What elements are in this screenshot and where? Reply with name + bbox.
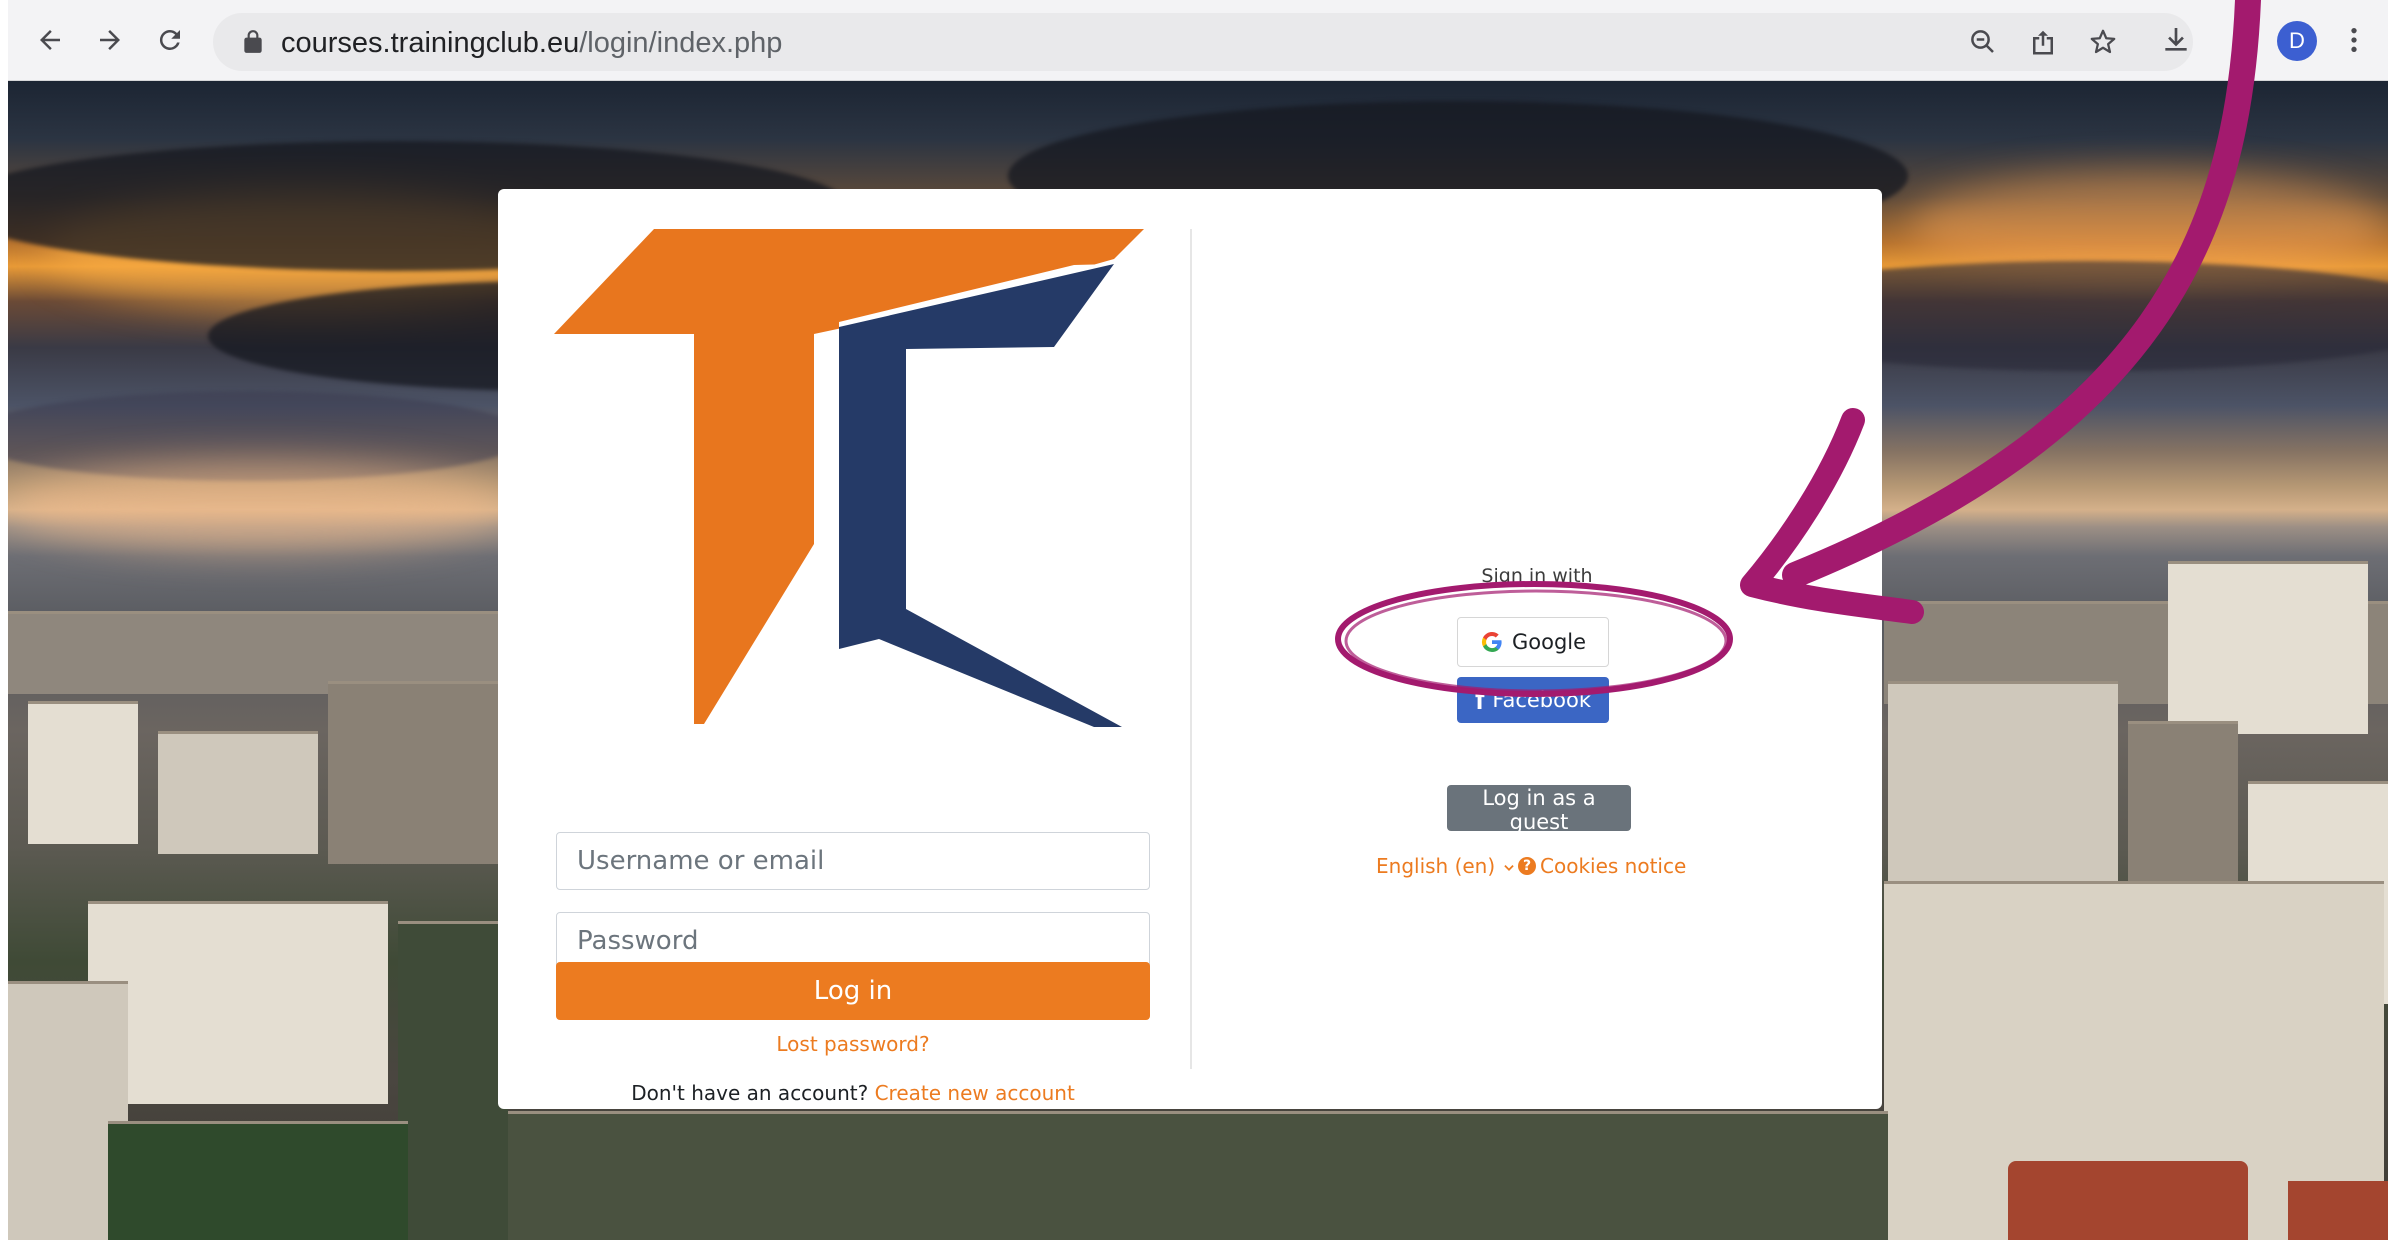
url-text: courses.trainingclub.eu/login/index.php bbox=[281, 27, 782, 59]
profile-avatar[interactable]: D bbox=[2277, 21, 2317, 61]
google-label: Google bbox=[1511, 630, 1587, 654]
username-input[interactable] bbox=[556, 832, 1150, 890]
guest-login-button[interactable]: Log in as a guest bbox=[1447, 785, 1631, 834]
cookies-label: Cookies notice bbox=[1540, 854, 1687, 878]
building bbox=[158, 731, 318, 854]
url-domain: courses.trainingclub.eu bbox=[281, 27, 580, 59]
facebook-login-button[interactable]: f Facebook bbox=[1457, 677, 1609, 723]
building bbox=[1888, 681, 2118, 884]
login-button[interactable]: Log in bbox=[556, 962, 1150, 1020]
bookmark-button[interactable] bbox=[2085, 24, 2121, 60]
address-bar[interactable]: courses.trainingclub.eu/login/index.php bbox=[213, 13, 2193, 71]
menu-dots-icon bbox=[2351, 28, 2357, 52]
google-login-button[interactable]: Google bbox=[1457, 617, 1609, 667]
share-icon bbox=[2033, 30, 2053, 55]
lost-password-link[interactable]: Lost password? bbox=[556, 1032, 1150, 1056]
language-selector[interactable]: English (en) bbox=[1376, 854, 1516, 878]
chevron-down-icon bbox=[1503, 864, 1514, 871]
zoom-out-button[interactable] bbox=[1965, 24, 2001, 60]
zoom-out-icon bbox=[1971, 30, 1994, 53]
back-button[interactable] bbox=[28, 18, 72, 62]
forward-button[interactable] bbox=[88, 18, 132, 62]
parliament-building bbox=[2168, 561, 2368, 734]
language-label: English (en) bbox=[1376, 854, 1496, 878]
lock-icon bbox=[244, 30, 262, 53]
red-roof bbox=[2008, 1161, 2248, 1240]
cookies-notice-link[interactable]: ? Cookies notice bbox=[1518, 854, 1686, 878]
star-icon bbox=[2090, 29, 2116, 54]
help-circle-icon: ? bbox=[1518, 857, 1536, 875]
building bbox=[28, 701, 138, 844]
facebook-f-icon: f bbox=[1474, 684, 1485, 715]
column-divider bbox=[1190, 229, 1192, 1069]
forward-arrow-icon bbox=[100, 30, 120, 50]
no-account-text: Don't have an account? bbox=[631, 1081, 869, 1105]
browser-menu-button[interactable] bbox=[2332, 18, 2376, 62]
url-path: /login/index.php bbox=[579, 27, 783, 59]
building bbox=[328, 681, 498, 864]
login-card: Log in Lost password? Don't have an acco… bbox=[498, 189, 1882, 1109]
palace-building bbox=[88, 901, 388, 1104]
browser-toolbar: courses.trainingclub.eu/login/index.php … bbox=[8, 0, 2388, 81]
reload-icon bbox=[159, 29, 180, 50]
trees bbox=[398, 921, 508, 1240]
trainingclub-logo bbox=[554, 229, 1144, 727]
facebook-label: Facebook bbox=[1492, 688, 1591, 712]
building bbox=[2128, 721, 2238, 884]
download-button[interactable] bbox=[2154, 18, 2198, 62]
create-account-link[interactable]: Create new account bbox=[875, 1081, 1075, 1105]
share-button[interactable] bbox=[2025, 24, 2061, 60]
download-icon bbox=[2165, 28, 2187, 51]
google-g-icon bbox=[1481, 632, 1502, 652]
street-area bbox=[508, 1111, 1888, 1240]
horizon-glow bbox=[8, 461, 508, 551]
signup-prompt: Don't have an account? Create new accoun… bbox=[556, 1081, 1150, 1105]
sign-in-with-heading: Sign in with bbox=[1481, 565, 1593, 587]
red-roof bbox=[2288, 1181, 2388, 1240]
park-trees bbox=[108, 1121, 408, 1240]
reload-button[interactable] bbox=[148, 18, 192, 62]
back-arrow-icon bbox=[40, 30, 60, 50]
